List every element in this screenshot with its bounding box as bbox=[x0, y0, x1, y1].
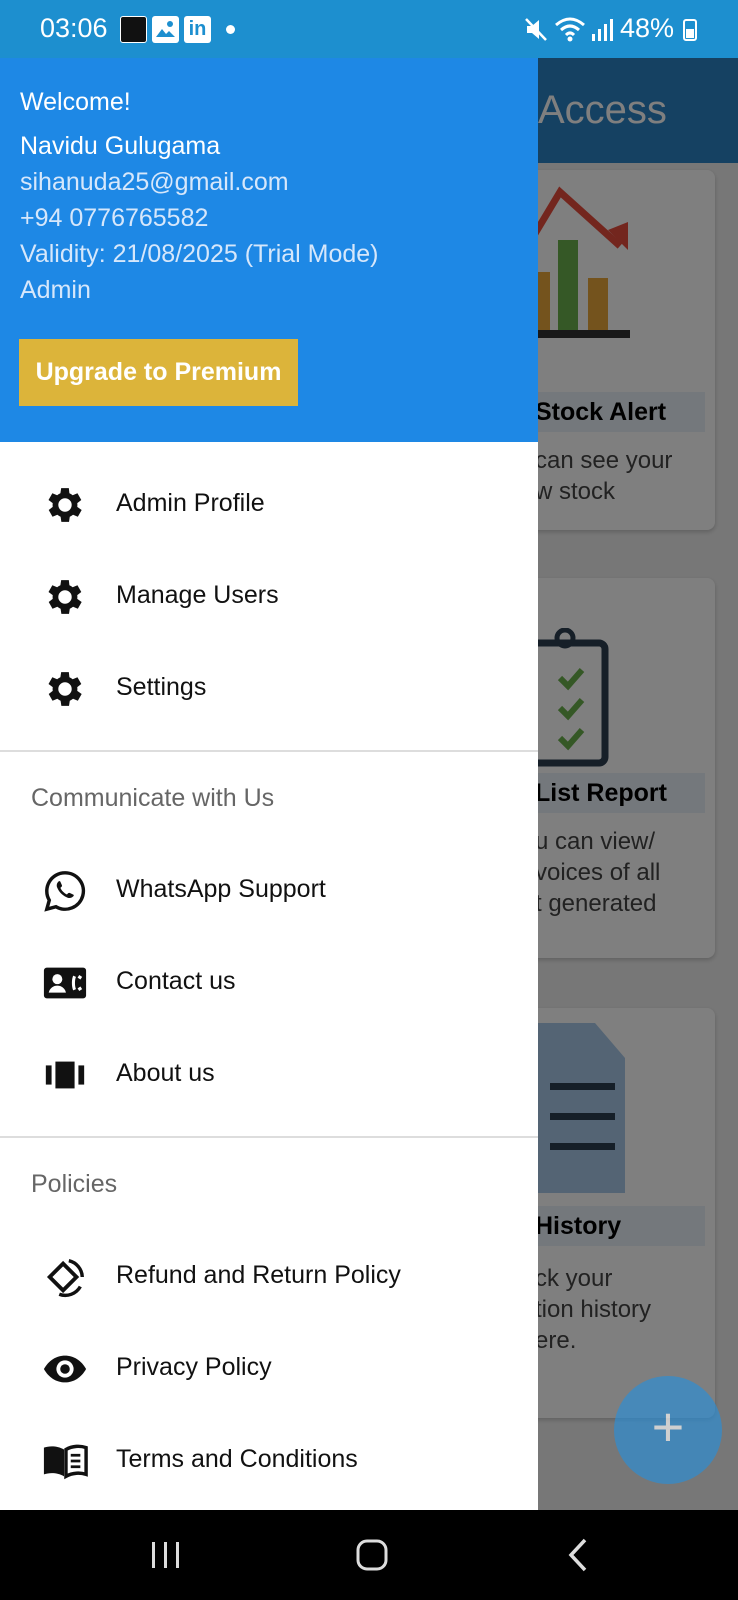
user-email: sihanuda25@gmail.com bbox=[20, 168, 289, 196]
menu-item-whatsapp-support[interactable]: WhatsApp Support bbox=[0, 851, 538, 931]
notification-dot-icon bbox=[226, 25, 235, 34]
user-name: Navidu Gulugama bbox=[20, 132, 221, 160]
menu-item-manage-users[interactable]: Manage Users bbox=[0, 557, 538, 637]
menu-item-label: Admin Profile bbox=[116, 489, 265, 517]
app-thumbnail-icon bbox=[120, 16, 147, 43]
divider bbox=[0, 1136, 538, 1138]
status-time: 03:06 bbox=[40, 13, 108, 43]
divider bbox=[0, 750, 538, 752]
menu-item-settings[interactable]: Settings bbox=[0, 649, 538, 729]
menu-item-label: Privacy Policy bbox=[116, 1353, 272, 1381]
user-phone: +94 0776765582 bbox=[20, 204, 209, 232]
user-role: Admin bbox=[20, 276, 91, 304]
linkedin-icon: in bbox=[184, 16, 211, 43]
menu-item-label: Refund and Return Policy bbox=[116, 1261, 401, 1289]
menu-item-about-us[interactable]: About us bbox=[0, 1035, 538, 1115]
recent-apps-icon[interactable] bbox=[135, 1530, 195, 1580]
menu-item-label: About us bbox=[116, 1059, 215, 1087]
whatsapp-icon bbox=[44, 871, 86, 912]
back-icon[interactable] bbox=[549, 1530, 609, 1580]
gallery-icon bbox=[152, 16, 179, 43]
welcome-text: Welcome! bbox=[20, 88, 131, 116]
system-nav-bar bbox=[0, 1510, 738, 1600]
drawer-header: Welcome! Navidu Gulugama sihanuda25@gmai… bbox=[0, 58, 538, 442]
menu-item-label: Settings bbox=[116, 673, 207, 701]
gear-icon bbox=[48, 580, 82, 614]
section-title-policies: Policies bbox=[31, 1170, 118, 1198]
menu-item-privacy-policy[interactable]: Privacy Policy bbox=[0, 1329, 538, 1409]
status-bar: 03:06 in 48% bbox=[0, 0, 738, 58]
battery-percent: 48% bbox=[620, 13, 675, 43]
book-icon bbox=[43, 1444, 88, 1480]
gear-icon bbox=[48, 672, 82, 706]
menu-item-terms-conditions[interactable]: Terms and Conditions bbox=[0, 1421, 538, 1501]
section-title-communicate: Communicate with Us bbox=[31, 784, 275, 812]
gear-icon bbox=[48, 488, 82, 522]
menu-item-contact-us[interactable]: Contact us bbox=[0, 943, 538, 1023]
menu-item-label: Terms and Conditions bbox=[116, 1445, 358, 1473]
menu-item-refund-policy[interactable]: Refund and Return Policy bbox=[0, 1237, 538, 1317]
menu-item-label: Contact us bbox=[116, 967, 236, 995]
home-icon[interactable] bbox=[342, 1530, 402, 1580]
validity-text: Validity: 21/08/2025 (Trial Mode) bbox=[20, 240, 379, 268]
menu-item-label: WhatsApp Support bbox=[116, 875, 326, 903]
navigation-drawer: Welcome! Navidu Gulugama sihanuda25@gmai… bbox=[0, 58, 538, 1510]
add-fab-button[interactable]: + bbox=[614, 1376, 722, 1484]
eye-icon bbox=[43, 1355, 87, 1383]
wifi-icon bbox=[555, 17, 585, 42]
battery-icon bbox=[683, 19, 697, 41]
mute-icon bbox=[525, 18, 547, 41]
upgrade-premium-button[interactable]: Upgrade to Premium bbox=[19, 339, 298, 406]
menu-item-label: Manage Users bbox=[116, 581, 279, 609]
contact-card-icon bbox=[43, 967, 87, 999]
menu-item-admin-profile[interactable]: Admin Profile bbox=[0, 465, 538, 545]
signal-icon bbox=[592, 19, 613, 41]
refund-rotate-icon bbox=[46, 1259, 84, 1298]
view-carousel-icon bbox=[45, 1061, 85, 1089]
